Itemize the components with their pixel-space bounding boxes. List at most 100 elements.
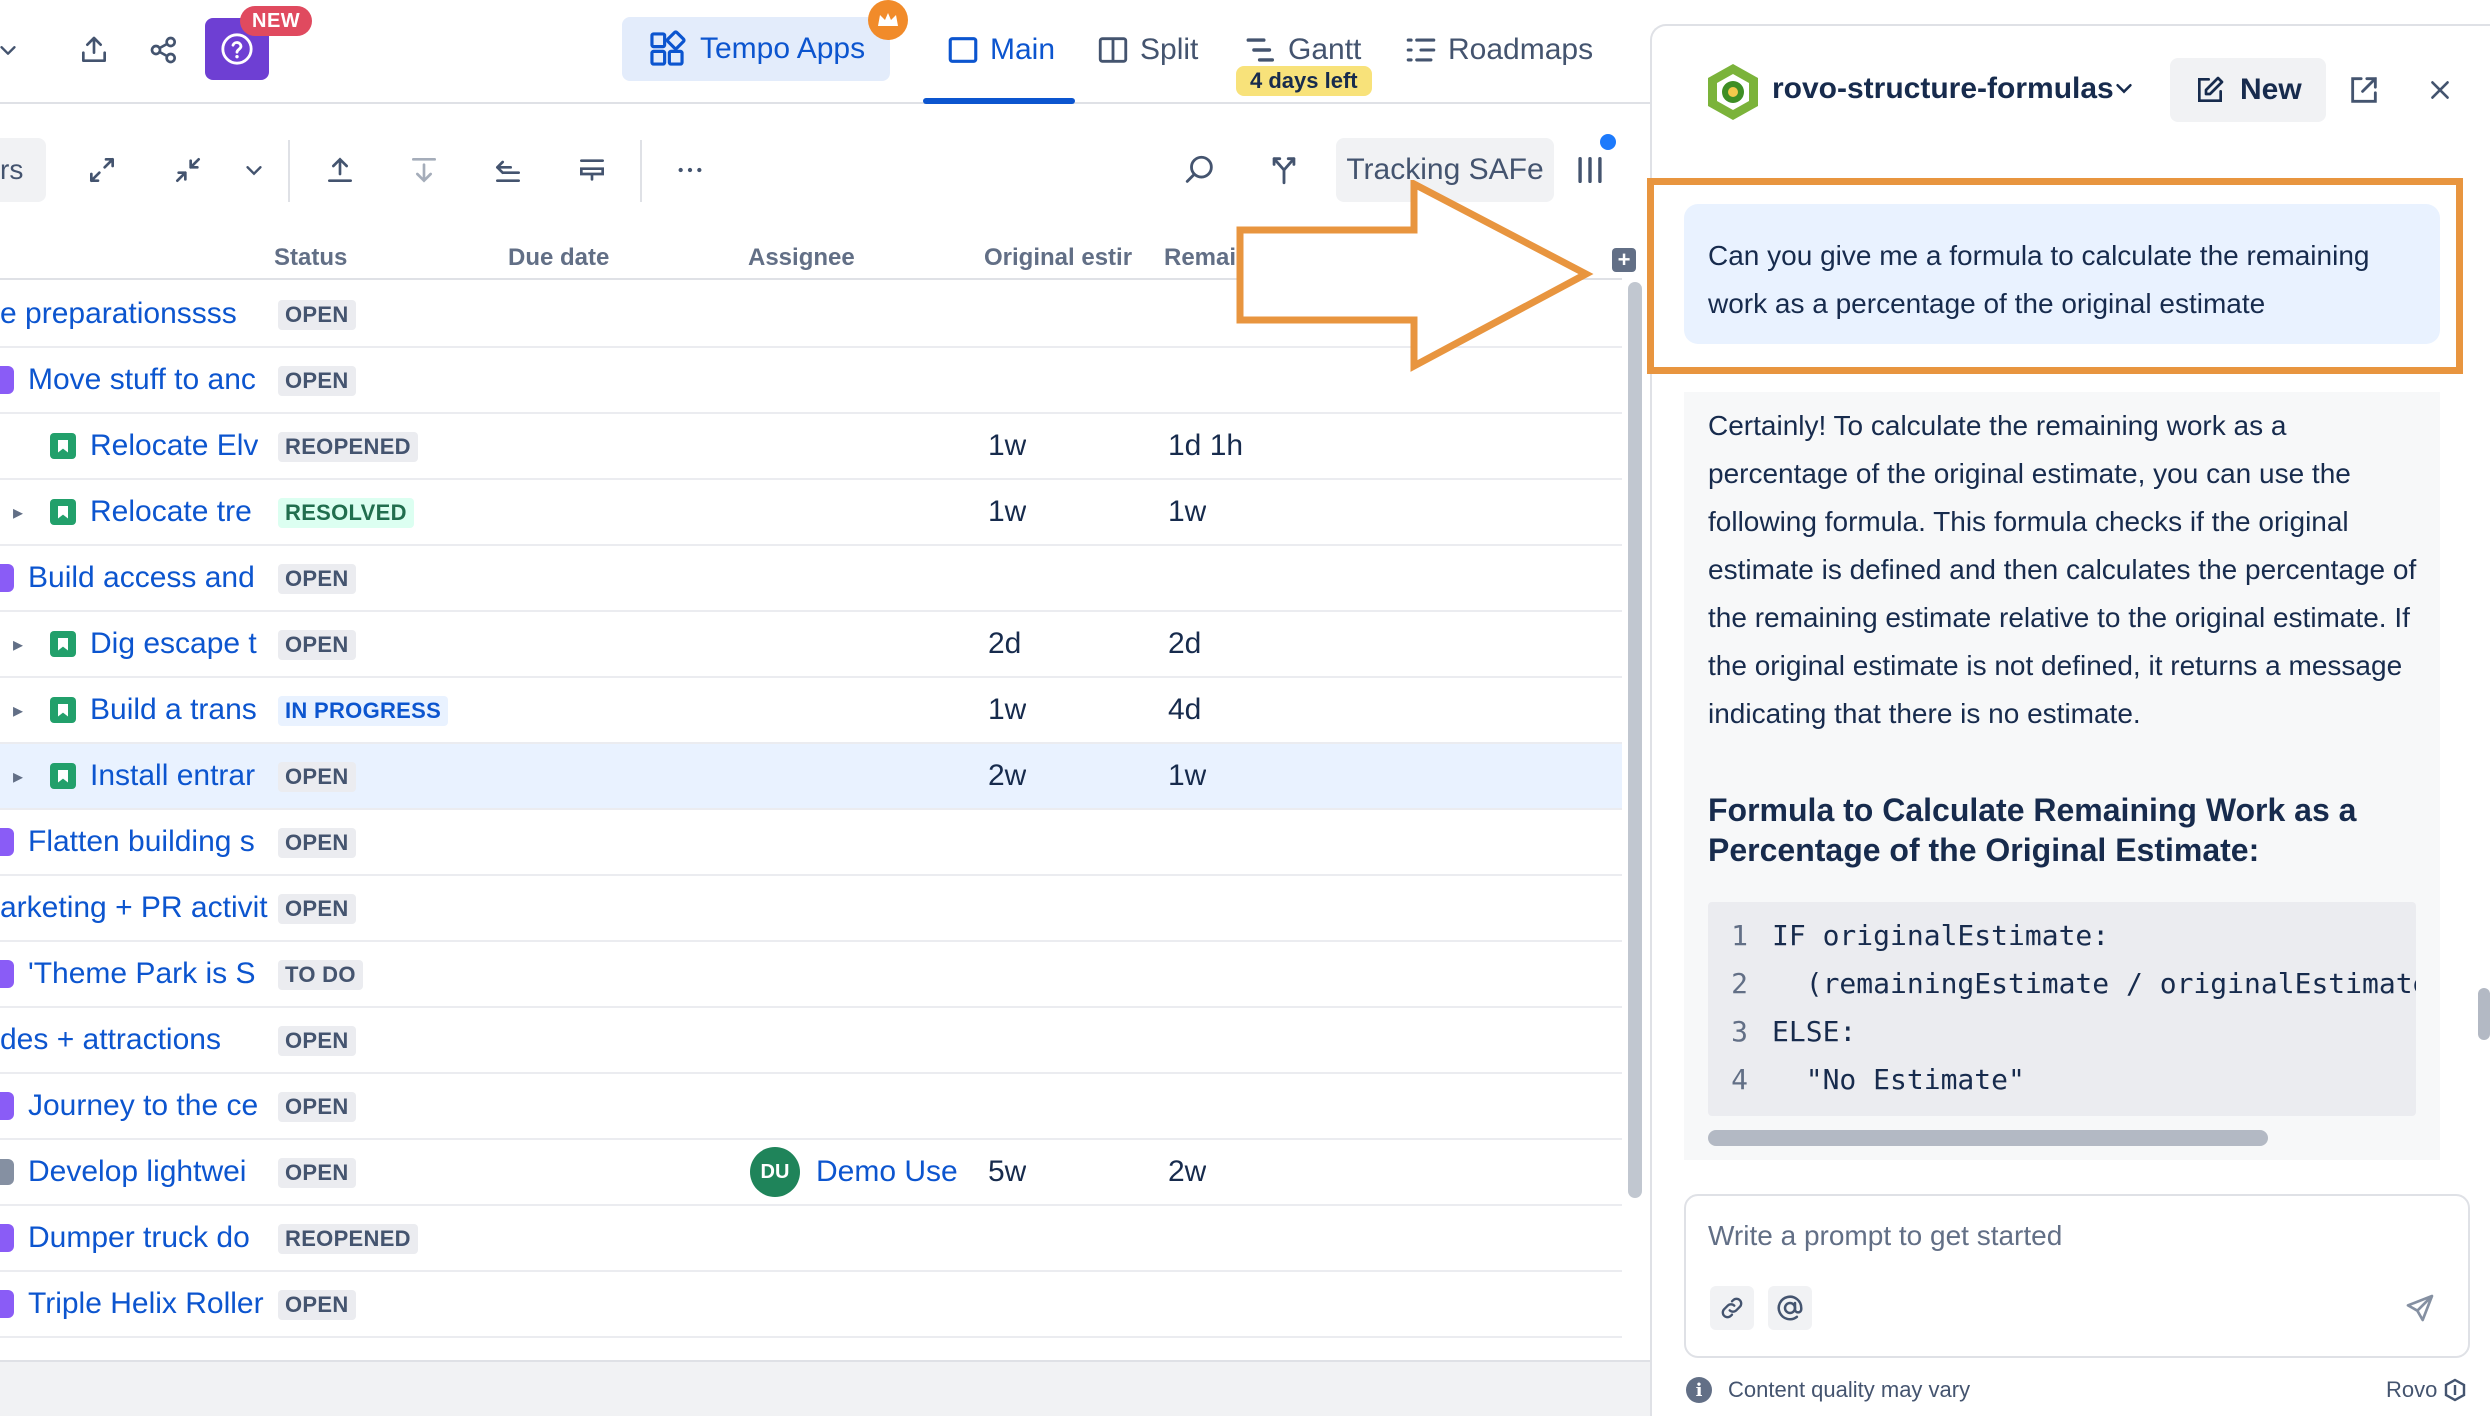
- summary-text[interactable]: Move stuff to anc: [28, 363, 256, 397]
- summary-cell[interactable]: ▸ Dig escape t: [0, 612, 270, 676]
- mention-icon[interactable]: [1768, 1286, 1812, 1330]
- assignee-cell[interactable]: DU Demo User: [750, 1140, 958, 1204]
- expand-chevron-icon[interactable]: ▸: [6, 698, 30, 723]
- summary-cell[interactable]: ▸Relocate Elv: [0, 414, 270, 478]
- column-header-original-estimate[interactable]: Original estir: [984, 236, 1142, 280]
- open-in-new-icon[interactable]: [2344, 70, 2384, 110]
- tempo-apps-button[interactable]: Tempo Apps: [622, 17, 890, 81]
- table-row[interactable]: ▸ Relocate tre RESOLVED 1w 1w: [0, 480, 1622, 546]
- table-row[interactable]: ▸ Build a trans IN PROGRESS 1w 4d: [0, 678, 1622, 744]
- summary-cell[interactable]: Flatten building s: [0, 810, 270, 874]
- summary-text[interactable]: Install entrar: [90, 759, 255, 793]
- summary-cell[interactable]: Build access and: [0, 546, 270, 610]
- share-icon[interactable]: [142, 28, 186, 72]
- remaining-estimate-cell[interactable]: 1w: [1168, 744, 1206, 808]
- status-badge[interactable]: OPEN: [278, 828, 356, 858]
- status-badge[interactable]: OPEN: [278, 366, 356, 396]
- summary-text[interactable]: Journey to the ce: [28, 1089, 258, 1123]
- expand-chevron-icon[interactable]: ▸: [6, 764, 30, 789]
- chevron-down-icon[interactable]: [2110, 74, 2138, 102]
- status-badge[interactable]: REOPENED: [278, 1224, 418, 1254]
- table-row[interactable]: Journey to the ce OPEN: [0, 1074, 1622, 1140]
- table-row[interactable]: arketing + PR activit OPEN: [0, 876, 1622, 942]
- outdent-icon[interactable]: [484, 146, 532, 194]
- send-icon[interactable]: [2398, 1286, 2442, 1330]
- remaining-estimate-cell[interactable]: 1d 1h: [1168, 414, 1243, 478]
- expand-chevron-icon[interactable]: ▸: [6, 500, 30, 525]
- column-header-due-date[interactable]: Due date: [508, 236, 658, 280]
- summary-text[interactable]: Build a trans: [90, 693, 257, 727]
- link-icon[interactable]: [1710, 1286, 1754, 1330]
- agent-title[interactable]: rovo-structure-formulas: [1772, 72, 2114, 106]
- summary-cell[interactable]: Move stuff to anc: [0, 348, 270, 412]
- chevron-down-icon[interactable]: [230, 146, 278, 194]
- add-column-icon[interactable]: +: [1612, 248, 1636, 272]
- code-block[interactable]: 1 IF originalEstimate: 2 (remainingEstima…: [1708, 902, 2416, 1116]
- summary-text[interactable]: e preparationssss: [0, 297, 237, 331]
- summary-text[interactable]: Dumper truck do: [28, 1221, 250, 1255]
- status-badge[interactable]: OPEN: [278, 762, 356, 792]
- summary-text[interactable]: Triple Helix Roller: [28, 1287, 264, 1321]
- tab-main[interactable]: Main: [946, 28, 1055, 72]
- summary-cell[interactable]: 'Theme Park is S: [0, 942, 270, 1006]
- status-badge[interactable]: OPEN: [278, 1290, 356, 1320]
- status-badge[interactable]: OPEN: [278, 1158, 356, 1188]
- summary-cell[interactable]: Journey to the ce: [0, 1074, 270, 1138]
- summary-cell[interactable]: des + attractions: [0, 1008, 270, 1072]
- more-icon[interactable]: [666, 146, 714, 194]
- grid-scrollbar[interactable]: [1628, 282, 1642, 1198]
- remaining-estimate-cell[interactable]: 4d: [1168, 678, 1201, 742]
- close-icon[interactable]: [2420, 70, 2460, 110]
- collapse-icon[interactable]: [164, 146, 212, 194]
- status-badge[interactable]: OPEN: [278, 1026, 356, 1056]
- summary-text[interactable]: des + attractions: [0, 1023, 221, 1057]
- table-row[interactable]: Flatten building s OPEN: [0, 810, 1622, 876]
- table-row[interactable]: ▸ Install entrar OPEN 2w 1w: [0, 744, 1622, 810]
- status-badge[interactable]: OPEN: [278, 564, 356, 594]
- remaining-estimate-cell[interactable]: 2d: [1168, 612, 1201, 676]
- status-badge[interactable]: RESOLVED: [278, 498, 414, 528]
- move-down-icon[interactable]: [400, 146, 448, 194]
- indent-icon[interactable]: [568, 146, 616, 194]
- status-badge[interactable]: OPEN: [278, 630, 356, 660]
- table-row[interactable]: ▸ Dig escape t OPEN 2d 2d: [0, 612, 1622, 678]
- original-estimate-cell[interactable]: 2w: [988, 744, 1026, 808]
- original-estimate-cell[interactable]: 5w: [988, 1140, 1026, 1204]
- table-row[interactable]: 'Theme Park is S TO DO: [0, 942, 1622, 1008]
- status-badge[interactable]: OPEN: [278, 894, 356, 924]
- summary-text[interactable]: 'Theme Park is S: [28, 957, 255, 991]
- column-header-status[interactable]: Status: [274, 236, 394, 280]
- code-horizontal-scrollbar[interactable]: [1708, 1130, 2268, 1146]
- table-row[interactable]: ▸Relocate Elv REOPENED 1w 1d 1h: [0, 414, 1622, 480]
- table-row[interactable]: Develop lightwei OPEN DU Demo User 5w 2w: [0, 1140, 1622, 1206]
- move-up-icon[interactable]: [316, 146, 364, 194]
- chevron-down-icon[interactable]: [0, 28, 30, 72]
- search-icon[interactable]: [1176, 146, 1224, 194]
- summary-cell[interactable]: Develop lightwei: [0, 1140, 270, 1204]
- summary-text[interactable]: Dig escape t: [90, 627, 257, 661]
- summary-cell[interactable]: Triple Helix Roller: [0, 1272, 270, 1336]
- tab-roadmaps[interactable]: Roadmaps: [1404, 28, 1593, 72]
- summary-text[interactable]: Develop lightwei: [28, 1155, 246, 1189]
- summary-text[interactable]: Relocate tre: [90, 495, 252, 529]
- status-badge[interactable]: IN PROGRESS: [278, 696, 449, 726]
- summary-cell[interactable]: ▸ Relocate tre: [0, 480, 270, 544]
- remaining-estimate-cell[interactable]: 1w: [1168, 480, 1206, 544]
- summary-text[interactable]: Build access and: [28, 561, 255, 595]
- table-row[interactable]: Dumper truck do REOPENED: [0, 1206, 1622, 1272]
- expand-icon[interactable]: [78, 146, 126, 194]
- original-estimate-cell[interactable]: 1w: [988, 414, 1026, 478]
- panel-scrollbar[interactable]: [2478, 988, 2490, 1040]
- table-row[interactable]: Triple Helix Roller OPEN: [0, 1272, 1622, 1338]
- original-estimate-cell[interactable]: 2d: [988, 612, 1021, 676]
- summary-cell[interactable]: ▸ Install entrar: [0, 744, 270, 808]
- original-estimate-cell[interactable]: 1w: [988, 480, 1026, 544]
- summary-cell[interactable]: e preparationssss: [0, 282, 270, 346]
- summary-text[interactable]: Relocate Elv: [90, 429, 258, 463]
- original-estimate-cell[interactable]: 1w: [988, 678, 1026, 742]
- new-chat-button[interactable]: New: [2170, 58, 2326, 122]
- column-header-assignee[interactable]: Assignee: [748, 236, 898, 280]
- filters-button[interactable]: rs: [0, 138, 46, 202]
- summary-cell[interactable]: Dumper truck do: [0, 1206, 270, 1270]
- status-badge[interactable]: TO DO: [278, 960, 363, 990]
